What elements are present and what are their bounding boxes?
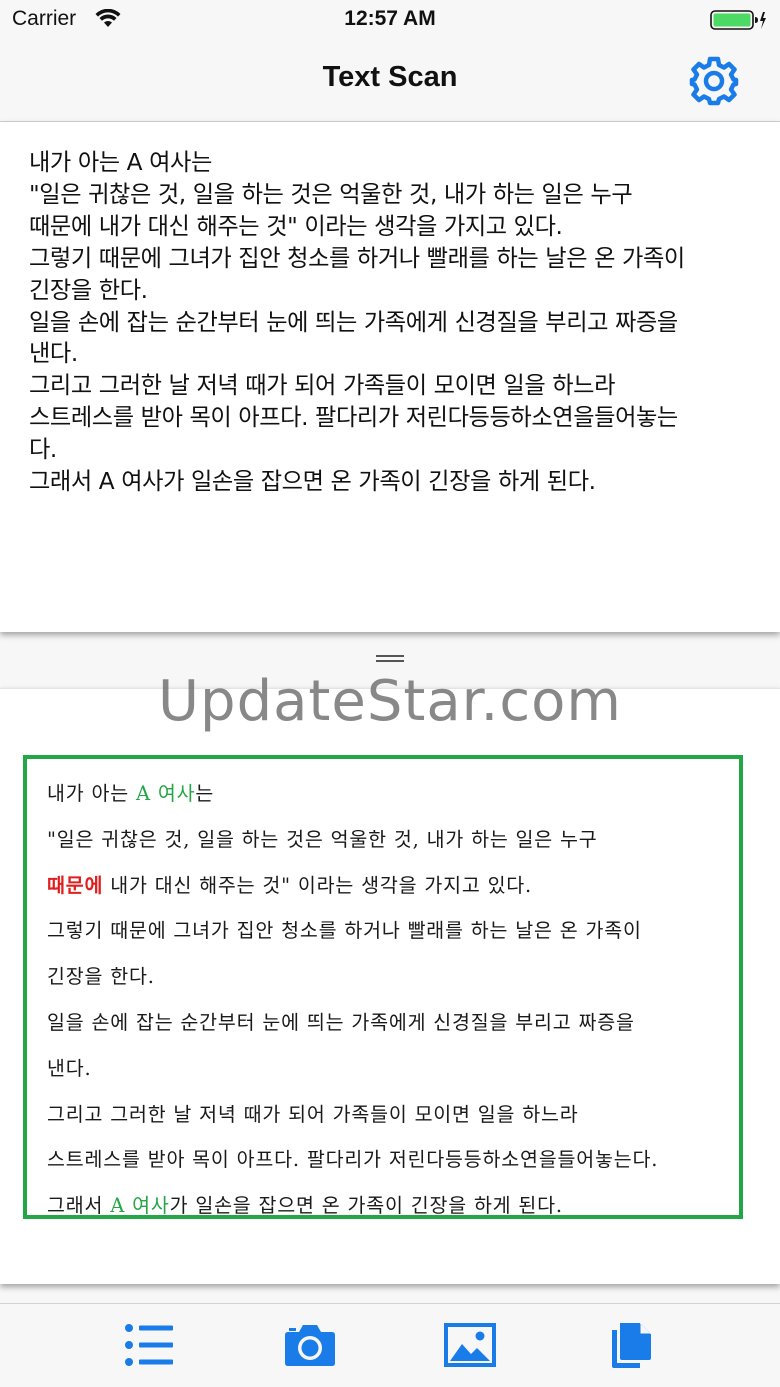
text-line: 일을 손에 잡는 순간부터 눈에 띄는 가족에게 신경질을 부리고 짜증을 xyxy=(29,308,678,336)
scanned-image-panel: 내가 아는 A 여사는 "일은 귀찮은 것, 일을 하는 것은 억울한 것, 내… xyxy=(0,669,780,1284)
list-icon xyxy=(125,1324,173,1366)
photo-library-button[interactable] xyxy=(444,1320,496,1370)
text-line: 그렇기 때문에 그녀가 집안 청소를 하거나 빨래를 하는 날은 온 가족이 xyxy=(29,244,685,272)
scanned-image: 내가 아는 A 여사는 "일은 귀찮은 것, 일을 하는 것은 억울한 것, 내… xyxy=(23,755,743,1219)
highlight-red: 때문에 xyxy=(47,873,104,897)
recognized-text-panel[interactable]: 내가 아는 A 여사는 "일은 귀찮은 것, 일을 하는 것은 억울한 것, 내… xyxy=(0,122,780,632)
copy-button[interactable] xyxy=(604,1320,656,1370)
text-line: 그래서 A 여사가 일손을 잡으면 온 가족이 긴장을 하게 된다. xyxy=(29,468,596,496)
scan-line: 그래서 A 여사가 일손을 잡으면 온 가족이 긴장을 하게 된다. xyxy=(47,1194,563,1218)
scan-line: 때문에 내가 대신 해주는 것" 이라는 생각을 가지고 있다. xyxy=(47,873,533,897)
navigation-bar: Text Scan xyxy=(0,40,780,122)
scan-line: 그렇기 때문에 그녀가 집안 청소를 하거나 빨래를 하는 날은 온 가족이 xyxy=(47,919,642,943)
text-line: "일은 귀찮은 것, 일을 하는 것은 억울한 것, 내가 하는 일은 누구 xyxy=(29,180,633,208)
scan-line: 스트레스를 받아 목이 아프다. 팔다리가 저린다등등하소연을들어놓는다. xyxy=(47,1148,659,1172)
scanned-image-text: 내가 아는 A 여사는 "일은 귀찮은 것, 일을 하는 것은 억울한 것, 내… xyxy=(47,771,658,1229)
camera-button[interactable] xyxy=(284,1320,336,1370)
highlight-green: A 여사 xyxy=(135,782,196,805)
status-bar: Carrier 12:57 AM xyxy=(0,0,780,40)
page-title: Text Scan xyxy=(322,61,458,93)
text-line: 긴장을 한다. xyxy=(29,276,148,304)
scan-line: 일을 손에 잡는 순간부터 눈에 띄는 가족에게 신경질을 부리고 짜증을 xyxy=(47,1010,635,1034)
scan-line: 그리고 그러한 날 저녁 때가 되어 가족들이 모이면 일을 하느라 xyxy=(47,1102,579,1126)
text-line: 그리고 그러한 날 저녁 때가 되어 가족들이 모이면 일을 하느라 xyxy=(29,372,616,400)
bottom-toolbar xyxy=(0,1303,780,1387)
copy-icon xyxy=(612,1323,651,1368)
scan-line: 긴장을 한다. xyxy=(47,965,155,989)
battery-icon xyxy=(710,9,766,35)
text-line: 스트레스를 받아 목이 아프다. 팔다리가 저린다등등하소연을들어놓는 xyxy=(29,404,678,432)
text-line: 내가 아는 A 여사는 xyxy=(29,149,212,176)
text-line: 낸다. xyxy=(29,340,78,368)
scan-line: 낸다. xyxy=(47,1056,92,1080)
photo-icon xyxy=(444,1323,496,1367)
highlight-green: A 여사 xyxy=(110,1194,170,1218)
settings-button[interactable] xyxy=(688,55,740,107)
camera-icon xyxy=(285,1325,335,1366)
text-line: 다. xyxy=(29,436,57,464)
history-button[interactable] xyxy=(124,1320,176,1370)
drag-handle-icon[interactable] xyxy=(376,655,404,665)
scan-line: 내가 아는 A 여사는 xyxy=(47,782,215,805)
watermark: UpdateStar.com xyxy=(158,669,622,734)
clock: 12:57 AM xyxy=(344,7,436,30)
recognized-text[interactable]: 내가 아는 A 여사는 "일은 귀찮은 것, 일을 하는 것은 억울한 것, 내… xyxy=(29,147,764,498)
scan-line: "일은 귀찮은 것, 일을 하는 것은 억울한 것, 내가 하는 일은 누구 xyxy=(47,827,598,851)
gear-icon xyxy=(689,56,739,106)
text-line: 때문에 내가 대신 해주는 것" 이라는 생각을 가지고 있다. xyxy=(29,212,563,240)
